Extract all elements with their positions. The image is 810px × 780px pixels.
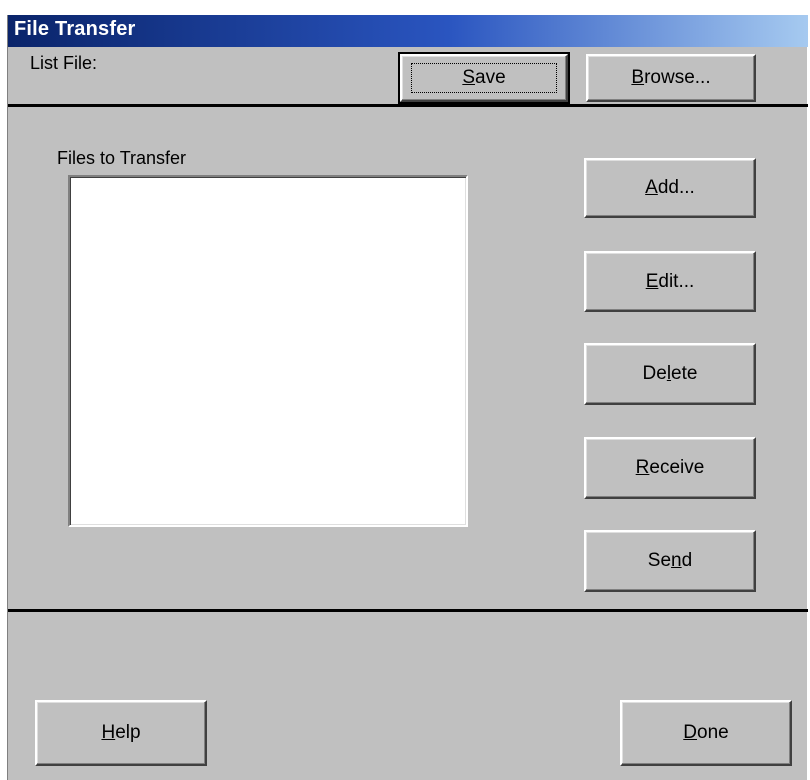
done-button-label: Done	[683, 722, 729, 743]
add-button-label: Add...	[645, 177, 695, 198]
browse-button[interactable]: Browse...	[586, 54, 756, 102]
send-button-label: Send	[647, 550, 693, 571]
bottom-separator	[8, 609, 808, 612]
save-button-focus-rect: Save	[411, 63, 557, 93]
files-to-transfer-label: Files to Transfer	[57, 148, 187, 168]
file-transfer-dialog: File Transfer List File: Save Browse... …	[7, 15, 808, 780]
save-button-label: Save	[462, 67, 506, 88]
add-button[interactable]: Add...	[584, 158, 756, 218]
list-file-label: List File:	[30, 53, 98, 73]
help-button-label: Help	[101, 722, 141, 743]
top-separator	[8, 104, 808, 107]
browse-button-label: Browse...	[631, 67, 711, 88]
save-button[interactable]: Save	[398, 52, 570, 104]
help-button[interactable]: Help	[35, 700, 207, 766]
receive-button[interactable]: Receive	[584, 437, 756, 499]
title-bar[interactable]: File Transfer	[8, 15, 808, 47]
done-button[interactable]: Done	[620, 700, 792, 766]
files-to-transfer-listbox[interactable]	[68, 175, 468, 527]
delete-button[interactable]: Delete	[584, 343, 756, 405]
edit-button-label: Edit...	[645, 270, 695, 292]
delete-button-label: Delete	[642, 363, 698, 384]
receive-button-label: Receive	[635, 457, 705, 478]
window-title: File Transfer	[14, 18, 136, 40]
send-button[interactable]: Send	[584, 530, 756, 592]
edit-button[interactable]: Edit...	[584, 251, 756, 312]
